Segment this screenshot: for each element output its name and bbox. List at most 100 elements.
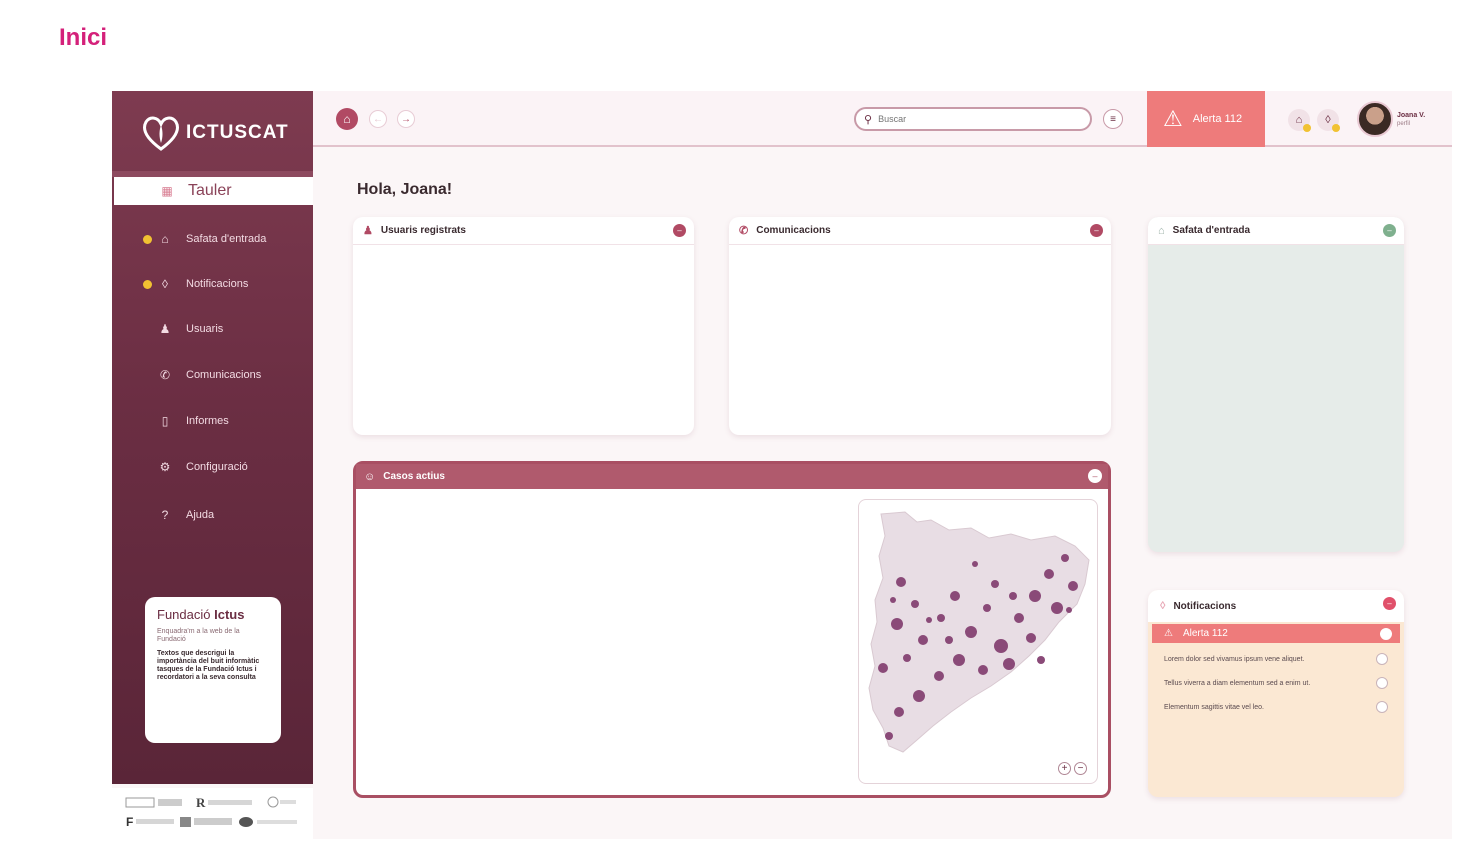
inbox-icon: ⌂ xyxy=(1295,114,1303,126)
sidebar-item-label: Ajuda xyxy=(186,509,215,521)
inbox-icon: ⌂ xyxy=(161,232,169,246)
card-title: Notificacions xyxy=(1173,600,1237,612)
document-icon: ▯ xyxy=(161,414,169,428)
user-role: perfil xyxy=(1397,121,1411,127)
notification-radio[interactable] xyxy=(1376,677,1388,689)
usuaris-registrats-card: ♟ Usuaris registrats – xyxy=(353,217,694,435)
zoom-in-button[interactable]: + xyxy=(1058,762,1071,775)
notification-radio[interactable] xyxy=(1376,701,1388,713)
bell-icon: ◊ xyxy=(1160,600,1166,612)
sponsor-logos-image: R F xyxy=(125,795,297,829)
notification-alert-row[interactable]: ⚠ Alerta 112 xyxy=(1152,624,1400,643)
card-title: Usuaris registrats xyxy=(380,225,466,236)
inbox-icon: ⌂ xyxy=(1158,224,1165,237)
map-zoom-controls: + − xyxy=(1058,762,1087,775)
bell-icon: ◊ xyxy=(162,277,168,291)
sidebar-item-label: Usuaris xyxy=(186,323,224,335)
sidebar-item-usuaris[interactable]: ♟ Usuaris xyxy=(112,317,313,341)
card-header: ✆ Comunicacions xyxy=(729,217,1111,245)
close-icon: – xyxy=(1092,471,1098,481)
card-title: Casos actius xyxy=(383,471,445,482)
sidebar-item-label: Safata d'entrada xyxy=(186,233,267,245)
card-header: ⌂ Safata d'entrada xyxy=(1148,217,1404,245)
filter-icon: ≡ xyxy=(1110,113,1116,125)
notifications-button[interactable]: ◊ xyxy=(1317,109,1340,132)
casos-actius-card: ☺ Casos actius – + − xyxy=(353,461,1111,798)
zoom-out-button[interactable]: − xyxy=(1074,762,1087,775)
catalonia-map[interactable]: + − xyxy=(858,499,1098,784)
filter-button[interactable]: ≡ xyxy=(1103,109,1123,129)
close-button[interactable]: – xyxy=(1383,224,1396,237)
sidebar-item-informes[interactable]: ▯ Informes xyxy=(112,409,313,433)
user-icon: ☺ xyxy=(364,470,376,483)
avatar[interactable] xyxy=(1357,101,1393,137)
user-icon: ♟ xyxy=(159,322,171,336)
app-window: ICTUSCAT ▦ Tauler ⌂ Safata d'entrada ◊ N… xyxy=(112,91,1452,839)
sidebar-item-safata[interactable]: ⌂ Safata d'entrada xyxy=(112,227,313,251)
gear-icon: ⚙ xyxy=(159,460,171,474)
close-button[interactable]: – xyxy=(1088,469,1102,483)
close-icon: – xyxy=(1387,226,1392,235)
sidebar-item-ajuda[interactable]: ? Ajuda xyxy=(112,503,313,527)
sidebar-item-notificacions[interactable]: ◊ Notificacions xyxy=(112,272,313,296)
back-button[interactable]: ← xyxy=(369,110,387,128)
grid-icon: ▦ xyxy=(161,184,173,198)
heart-logo-icon xyxy=(143,116,179,151)
list-item[interactable]: Elementum sagittis vitae vel leo. xyxy=(1164,698,1396,716)
close-button[interactable]: – xyxy=(1383,597,1396,610)
close-icon: – xyxy=(1387,599,1392,608)
arrow-right-icon: → xyxy=(401,113,411,125)
search-input[interactable] xyxy=(878,114,1069,124)
sidebar-item-label: Comunicacions xyxy=(186,369,262,381)
search-bar[interactable]: ⚲ xyxy=(854,107,1092,131)
promo-subtitle: Enquadra'm a la web de la Fundació xyxy=(157,628,240,643)
bell-icon: ◊ xyxy=(1325,114,1331,126)
card-header: ◊ Notificacions xyxy=(1148,590,1404,622)
home-icon: ⌂ xyxy=(343,112,351,126)
logo[interactable]: ICTUSCAT xyxy=(140,111,289,155)
greeting: Hola, Joana! xyxy=(357,181,453,198)
alert-label: Alerta 112 xyxy=(1182,628,1228,639)
sidebar-item-comunicacions[interactable]: ✆ Comunicacions xyxy=(112,363,313,387)
fundacio-promo-card[interactable]: Fundació Ictus Enquadra'm a la web de la… xyxy=(145,597,281,743)
notification-text: Lorem dolor sed vivamus ipsum vene aliqu… xyxy=(1164,655,1305,663)
sponsor-logos: R F xyxy=(112,788,313,839)
page-title: Inici xyxy=(59,24,108,51)
svg-text:R: R xyxy=(196,795,206,810)
safata-entrada-card: ⌂ Safata d'entrada – xyxy=(1148,217,1404,552)
megaphone-icon: ✆ xyxy=(739,225,749,237)
search-icon: ⚲ xyxy=(864,113,873,126)
sidebar-item-label: Notificacions xyxy=(186,278,249,290)
close-icon: – xyxy=(1094,226,1099,235)
close-icon: – xyxy=(677,226,682,235)
sidebar-item-tauler[interactable]: ▦ Tauler xyxy=(114,177,313,205)
list-item[interactable]: Tellus viverra a diam elementum sed a en… xyxy=(1164,674,1396,692)
warning-icon: ⚠ xyxy=(1164,628,1173,639)
inbox-button[interactable]: ⌂ xyxy=(1288,109,1311,132)
logo-text: ICTUSCAT xyxy=(186,122,289,143)
help-icon: ? xyxy=(161,508,169,522)
megaphone-icon: ✆ xyxy=(159,368,171,382)
sidebar-item-label: Configuració xyxy=(186,461,248,473)
sidebar-item-configuracio[interactable]: ⚙ Configuració xyxy=(112,455,313,479)
close-button[interactable]: – xyxy=(1090,224,1103,237)
notificacions-card: ◊ Notificacions – ⚠ Alerta 112 Lorem dol… xyxy=(1148,590,1404,797)
catalonia-map-image xyxy=(868,511,1090,753)
sidebar-item-label: Tauler xyxy=(188,182,232,199)
forward-button[interactable]: → xyxy=(397,110,415,128)
notification-radio[interactable] xyxy=(1376,653,1388,665)
notification-text: Elementum sagittis vitae vel leo. xyxy=(1164,703,1264,711)
list-item[interactable]: Lorem dolor sed vivamus ipsum vene aliqu… xyxy=(1164,650,1396,668)
notification-radio[interactable] xyxy=(1380,627,1392,640)
alert-label: Alerta 112 xyxy=(1192,113,1243,125)
notification-dot xyxy=(143,279,152,289)
home-button[interactable]: ⌂ xyxy=(336,108,358,130)
topbar: ⌂ ← → ⚲ ≡ ⚠ Alerta 112 ⌂ ◊ Joana V. perf… xyxy=(313,91,1452,147)
alert-112-button[interactable]: ⚠ Alerta 112 xyxy=(1147,91,1265,147)
notification-dot xyxy=(143,234,152,244)
user-icon: ♟ xyxy=(363,225,373,237)
close-button[interactable]: – xyxy=(673,224,686,237)
user-name[interactable]: Joana V. xyxy=(1397,112,1425,119)
svg-text:F: F xyxy=(126,815,133,829)
promo-body: Textos que descrigui la importància del … xyxy=(157,650,260,681)
